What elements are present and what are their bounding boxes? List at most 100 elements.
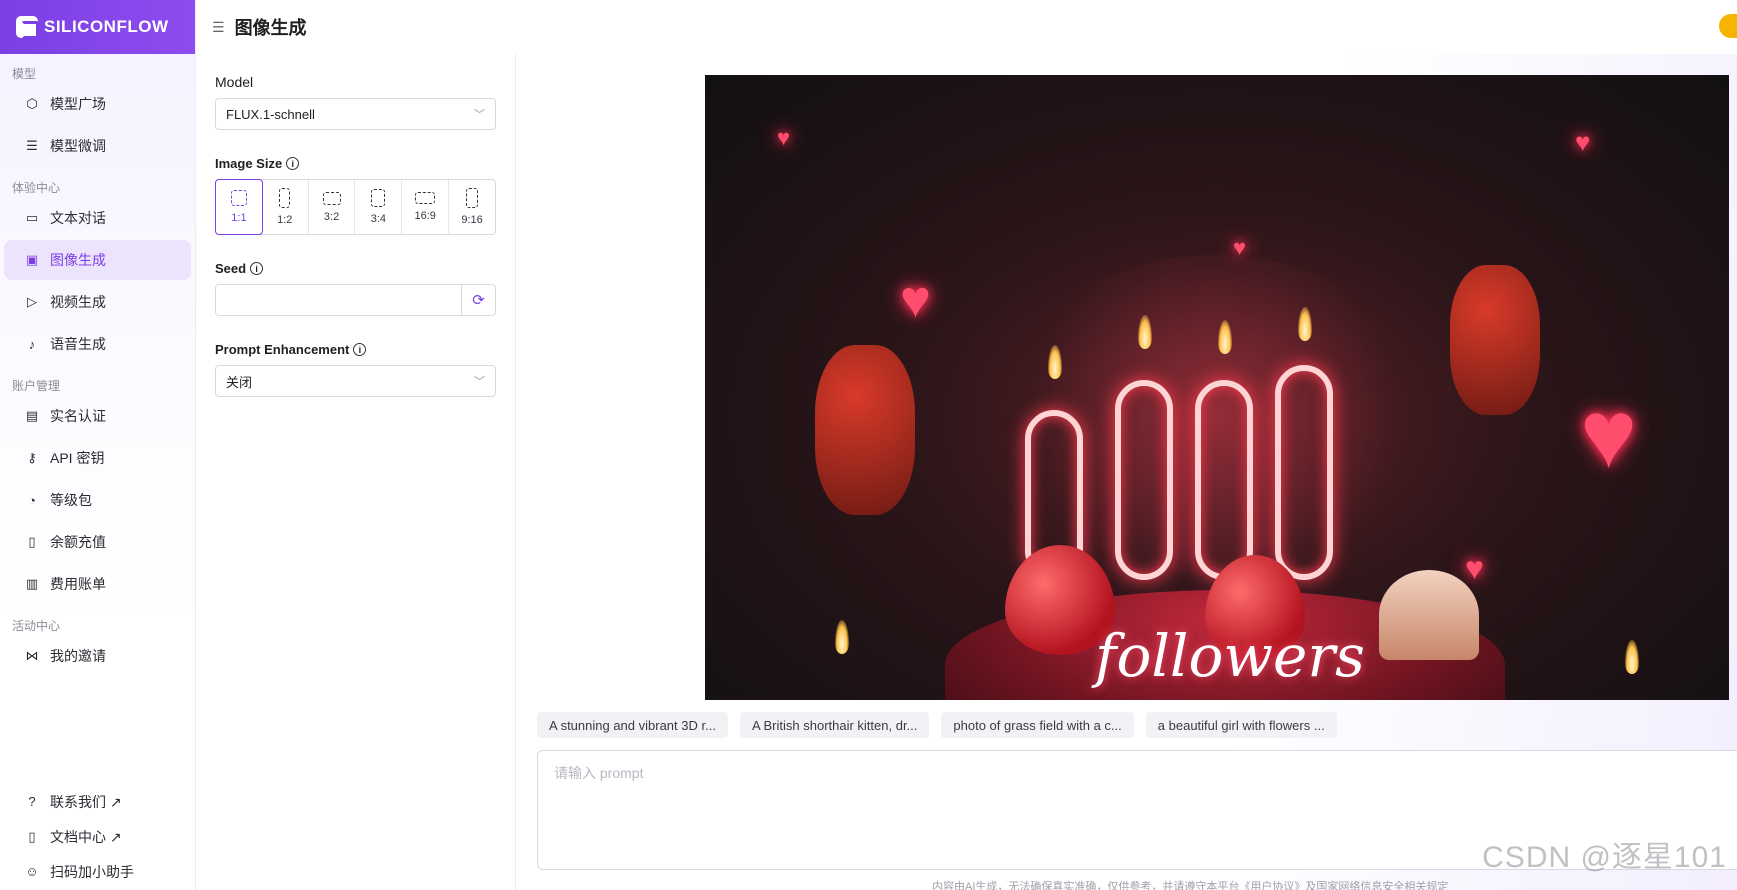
bill-icon: ▥ [25, 576, 39, 591]
suggestion-chip[interactable]: photo of grass field with a c... [941, 712, 1134, 738]
app-root: SILICONFLOW 模型 ⬡ 模型广场 ☰ 模型微调 体验中心 ▭ 文本对话… [0, 0, 1737, 890]
aspect-frame-icon [230, 190, 247, 206]
sidebar-item-label: 实名认证 [50, 408, 106, 424]
suggestion-chip[interactable]: a beautiful girl with flowers ... [1145, 712, 1337, 738]
sidebar-item-verification[interactable]: ▤ 实名认证 [4, 396, 191, 436]
size-option-label: 3:2 [323, 210, 340, 223]
seed-label-text: Seed [215, 261, 247, 276]
mic-icon: ♪ [28, 336, 36, 352]
sidebar-item-label: 余额充值 [50, 534, 106, 550]
prompt-suggestions: A stunning and vibrant 3D r... A British… [537, 712, 1337, 738]
page-title: 图像生成 [234, 18, 307, 38]
sidebar-item-my-invites[interactable]: ⋈ 我的邀请 [4, 636, 191, 676]
model-select[interactable]: FLUX.1-schnell ﹀ [215, 98, 496, 130]
heart-decor: ♥ [1233, 235, 1247, 260]
video-icon: ▷ [27, 294, 37, 309]
sidebar-item-label: 文档中心 ↗ [50, 828, 122, 845]
sidebar-item-text-chat[interactable]: ▭ 文本对话 [4, 198, 191, 238]
prompt-enhancement-label: Prompt Enhancement i [215, 342, 496, 357]
nav-section-experience: 体验中心 [12, 181, 61, 195]
toy-figure-left [815, 345, 915, 515]
sidebar-item-label: 视频生成 [50, 294, 106, 310]
size-option-1-1[interactable]: 1:1 [215, 179, 263, 235]
brand-logo[interactable]: SILICONFLOW [0, 0, 195, 54]
model-label: Model [215, 74, 496, 90]
sidebar-link-contact[interactable]: ? 联系我们 ↗ [4, 785, 191, 818]
prompt-enhancement-label-text: Prompt Enhancement [215, 342, 350, 357]
sidebar-item-label: 扫码加小助手 [50, 863, 134, 880]
cube-icon: ⬡ [26, 96, 38, 111]
suggestion-chip[interactable]: A British shorthair kitten, dr... [739, 712, 930, 738]
size-option-label: 3:4 [370, 213, 387, 225]
sidebar-item-label: 图像生成 [50, 252, 106, 268]
logo-icon [16, 16, 39, 39]
corner-badge-icon[interactable] [1719, 14, 1737, 38]
refresh-seed-button[interactable]: ⟳ [462, 284, 496, 316]
sidebar-item-billing[interactable]: ▥ 费用账单 [4, 564, 191, 604]
info-icon[interactable]: i [286, 157, 300, 170]
aspect-frame-icon [415, 192, 436, 204]
aspect-frame-icon [466, 188, 479, 208]
sidebar-item-label: API 密钥 [50, 450, 105, 466]
image-size-label: Image Size i [215, 156, 496, 171]
sidebar-item-voice-generation[interactable]: ♪ 语音生成 [4, 324, 191, 364]
seed-row: ⟳ [215, 284, 496, 316]
sidebar-item-model-square[interactable]: ⬡ 模型广场 [4, 84, 191, 124]
size-option-9-16[interactable]: 9:16 [449, 180, 495, 234]
main-area: ♥ ♥ ♥ ♥ ♥ ♥ followers A stunning and vib… [517, 54, 1737, 890]
sidebar-bottom-links: ? 联系我们 ↗ ▯ 文档中心 ↗ ☺ 扫码加小助手 [0, 783, 195, 890]
toy-figure-right [1450, 265, 1540, 415]
sliders-icon: ☰ [26, 138, 38, 153]
sidebar-item-label: 我的邀请 [50, 648, 106, 664]
sidebar-item-api-keys[interactable]: ⚷ API 密钥 [4, 438, 191, 478]
sidebar-link-docs[interactable]: ▯ 文档中心 ↗ [4, 820, 191, 853]
refresh-icon: ⟳ [472, 292, 485, 309]
suggestion-chip[interactable]: A stunning and vibrant 3D r... [537, 712, 728, 738]
size-option-3-2[interactable]: 3:2 [309, 180, 356, 234]
heart-decor: ♥ [900, 271, 931, 329]
model-select-value: FLUX.1-schnell [226, 106, 315, 122]
prompt-enhancement-select[interactable]: 关闭 ﹀ [215, 365, 496, 397]
aspect-frame-icon [279, 188, 291, 208]
collapse-sidebar-icon[interactable]: ☰ [212, 19, 225, 36]
sidebar-item-label: 联系我们 ↗ [50, 793, 122, 810]
chevron-down-icon: ﹀ [474, 376, 485, 388]
nav-section-models: 模型 [12, 67, 37, 81]
heart-decor: ♥ [1575, 127, 1591, 157]
help-icon: ? [28, 794, 36, 809]
size-option-16-9[interactable]: 16:9 [402, 180, 450, 234]
id-card-icon: ▤ [25, 408, 39, 423]
seed-label: Seed i [215, 261, 496, 276]
candle [1275, 365, 1333, 580]
image-size-options: 1:1 1:2 3:2 3:4 16:9 9:16 [215, 179, 496, 235]
image-icon: ▣ [25, 252, 39, 267]
config-panel: Model FLUX.1-schnell ﹀ Image Size i 1:1 … [196, 54, 516, 890]
info-icon[interactable]: i [250, 262, 264, 275]
cupcake [1379, 570, 1479, 660]
size-option-label: 1:2 [277, 214, 293, 226]
book-icon: ▯ [28, 828, 36, 844]
generated-image[interactable]: ♥ ♥ ♥ ♥ ♥ ♥ followers [705, 75, 1729, 700]
sidebar-item-label: 语音生成 [50, 336, 106, 352]
image-size-label-text: Image Size [215, 156, 283, 171]
sidebar-item-label: 模型广场 [50, 96, 106, 112]
sidebar-item-video-generation[interactable]: ▷ 视频生成 [4, 282, 191, 322]
aspect-frame-icon [371, 189, 386, 207]
info-icon[interactable]: i [353, 343, 367, 356]
flame [835, 620, 849, 654]
sidebar-item-label: 模型微调 [50, 138, 106, 154]
seed-input[interactable] [215, 284, 462, 316]
sidebar-item-tier-pack[interactable]: ◔ 等级包 [4, 480, 191, 520]
sidebar-item-recharge[interactable]: ▯ 余额充值 [4, 522, 191, 562]
flame [1625, 640, 1639, 674]
users-icon: ☺ [25, 864, 39, 879]
sidebar-item-model-finetune[interactable]: ☰ 模型微调 [4, 126, 191, 166]
aspect-frame-icon [322, 191, 341, 205]
size-option-1-2[interactable]: 1:2 [262, 180, 309, 234]
sidebar-item-image-generation[interactable]: ▣ 图像生成 [4, 240, 191, 280]
heart-decor: ♥ [1465, 550, 1484, 586]
disclaimer-text: 内容由AI生成，无法确保真实准确，仅供参考，并请遵守本平台《用户协议》及国家网络… [932, 881, 1449, 890]
size-option-3-4[interactable]: 3:4 [355, 180, 403, 234]
sidebar: SILICONFLOW 模型 ⬡ 模型广场 ☰ 模型微调 体验中心 ▭ 文本对话… [0, 0, 196, 890]
sidebar-link-assistant[interactable]: ☺ 扫码加小助手 [4, 855, 191, 888]
